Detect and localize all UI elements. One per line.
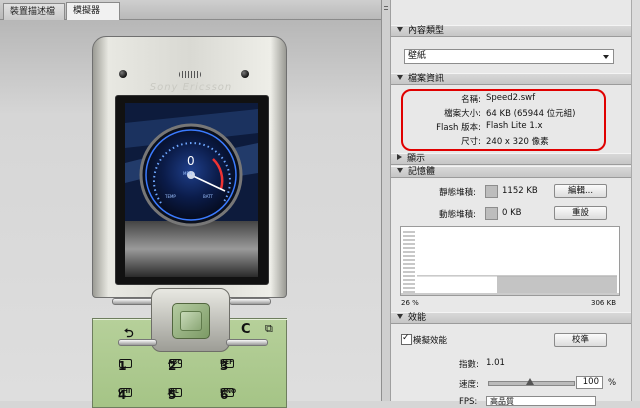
graph-percent-label: 26 %	[401, 299, 419, 307]
edit-memory-button[interactable]: 編輯...	[554, 184, 607, 198]
keypad-row-2: 4 GHI 5 JKL 6 MNO	[118, 388, 278, 402]
emulate-performance-checkbox[interactable]: ✓	[401, 333, 412, 345]
nav-select-button[interactable]	[172, 303, 210, 339]
emulate-performance-label: 模擬效能	[413, 336, 448, 346]
collapse-triangle-icon	[397, 314, 403, 319]
speed-label: 速度:	[459, 380, 479, 390]
key-3-letters: DEF	[220, 359, 234, 366]
key-2-letters: ABC	[168, 359, 182, 366]
graph-tick	[403, 279, 415, 281]
graph-tick	[403, 287, 415, 289]
dropdown-arrow-icon	[603, 55, 609, 59]
camera-lens-icon	[241, 70, 249, 78]
panel-scrollbar[interactable]	[631, 0, 640, 401]
content-type-select[interactable]: 壁紙	[404, 49, 614, 64]
graph-ticks	[403, 231, 617, 293]
speed-slider-thumb[interactable]	[526, 378, 534, 385]
splitter-grip-icon	[384, 6, 389, 14]
memory-header[interactable]: 記憶體	[391, 166, 631, 178]
dynamic-heap-value: 0 KB	[502, 208, 522, 218]
collapse-triangle-icon	[397, 168, 403, 173]
voicemail-icon: ✉	[121, 365, 127, 372]
file-info-highlight-annotation	[401, 89, 606, 151]
screen-bezel: 0 MPH TEMP BATT	[115, 95, 269, 285]
static-heap-label: 靜態堆積:	[439, 188, 476, 198]
content-type-selected: 壁紙	[408, 51, 427, 61]
graph-tick	[403, 243, 415, 245]
graph-tick	[403, 231, 415, 233]
phone-brand-logo: Sony Ericsson	[149, 82, 233, 93]
graph-size-label: 306 KB	[591, 299, 616, 307]
dynamic-heap-swatch	[485, 207, 498, 220]
graph-tick	[403, 247, 415, 249]
expand-triangle-icon	[397, 154, 402, 160]
content-type-header[interactable]: 內容類型	[391, 25, 631, 37]
clear-key[interactable]: C	[241, 322, 251, 337]
nav-select-cap	[180, 311, 202, 331]
display-title: 顯示	[407, 154, 426, 164]
gauge-batt-label: BATT	[203, 194, 214, 199]
memory-usage-band	[497, 275, 617, 293]
panel-splitter[interactable]	[381, 0, 391, 401]
dynamic-heap-label: 動態堆積:	[439, 210, 476, 220]
collapse-triangle-icon	[397, 27, 403, 32]
memory-title: 記憶體	[408, 167, 436, 177]
key-1[interactable]: 1 ✉	[118, 359, 132, 373]
key-4-letters: GHI	[118, 388, 131, 395]
tab-device-profiles[interactable]: 裝置描述檔	[3, 3, 65, 20]
sensor-dot-left	[119, 70, 127, 78]
graph-tick	[403, 259, 415, 261]
graph-tick	[403, 255, 415, 257]
nav-pad[interactable]	[151, 288, 230, 352]
display-header[interactable]: 顯示	[391, 153, 631, 165]
frame-select[interactable]: 高品質	[486, 396, 596, 406]
graph-tick	[403, 275, 415, 277]
graph-tick	[403, 263, 415, 265]
graph-tick	[403, 235, 415, 237]
shortcut-key-icon[interactable]: ⧉	[265, 322, 273, 336]
static-heap-swatch	[485, 185, 498, 198]
speed-input[interactable]: 100	[576, 376, 603, 389]
document-tab-bar: 裝置描述檔 模擬器	[0, 0, 381, 20]
gauge-unit: MPH	[183, 171, 192, 176]
graph-tick	[403, 271, 415, 273]
factor-value: 1.01	[486, 358, 505, 368]
graph-tick	[403, 251, 415, 253]
checkmark-icon: ✓	[402, 333, 410, 343]
file-info-header[interactable]: 檔案資訊	[391, 73, 631, 85]
frame-label: FPS:	[459, 397, 478, 407]
calibrate-button[interactable]: 校準	[554, 333, 607, 347]
key-6-letters: MNO	[220, 388, 237, 395]
phone-body-top: Sony Ericsson 0 MPH TEMP BATT	[92, 36, 287, 298]
left-soft-key[interactable]	[112, 298, 154, 305]
factor-label: 指數:	[459, 360, 479, 370]
graph-tick	[403, 267, 415, 269]
end-key[interactable]	[226, 339, 268, 346]
graph-tick	[403, 283, 415, 285]
content-type-title: 內容類型	[408, 26, 445, 36]
keypad-row-1: 1 ✉ 2 ABC 3 DEF	[118, 359, 278, 373]
gauge-speed-value: 0	[187, 154, 195, 168]
memory-graph-svg	[401, 231, 619, 295]
static-heap-value: 1152 KB	[502, 186, 538, 196]
file-info-title: 檔案資訊	[408, 74, 445, 84]
right-soft-key[interactable]	[229, 298, 271, 305]
call-key[interactable]	[118, 339, 157, 346]
memory-usage-graph	[400, 226, 620, 296]
graph-tick	[403, 291, 415, 293]
tab-emulator[interactable]: 模擬器	[66, 2, 120, 20]
graph-tick	[403, 239, 415, 241]
earpiece-speaker	[179, 71, 201, 78]
speed-unit: %	[608, 378, 617, 388]
key-5-letters: JKL	[168, 388, 179, 395]
collapse-triangle-icon	[397, 75, 403, 80]
reset-memory-button[interactable]: 重設	[554, 206, 607, 220]
speedometer-wallpaper: 0 MPH TEMP BATT	[125, 103, 258, 277]
performance-header[interactable]: 效能	[391, 312, 631, 324]
performance-title: 效能	[408, 313, 427, 323]
device-screen[interactable]: 0 MPH TEMP BATT	[125, 103, 258, 277]
gauge-temp-label: TEMP	[164, 194, 176, 199]
